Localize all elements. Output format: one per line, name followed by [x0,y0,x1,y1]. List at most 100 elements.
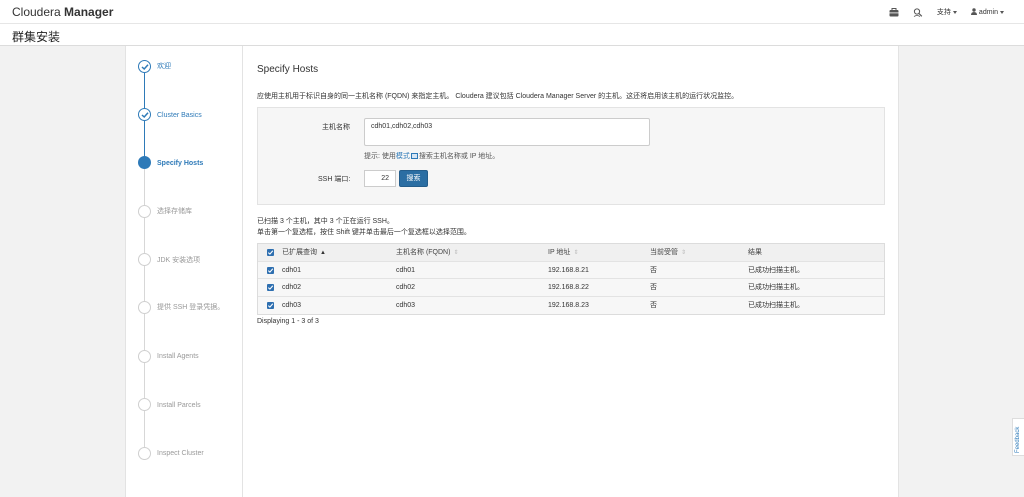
step-label-install-parcels: Install Parcels [157,402,201,409]
pattern-link[interactable]: 模式 [396,153,410,160]
hint-prefix: 提示: 使用 [364,153,396,160]
table-row[interactable]: cdh02 cdh02 192.168.8.22 否 已成功扫描主机。 [258,279,884,297]
cell-ip: 192.168.8.23 [548,301,589,309]
user-icon [970,8,977,15]
search-button[interactable]: 搜索 [399,170,428,187]
step-connector [144,314,145,350]
step-connector [144,411,145,447]
support-label: 支持 [936,9,951,16]
step-done-circle [138,60,151,73]
col-label: 当前受管 [650,249,678,256]
hint-suffix: 搜索主机名称或 IP 地址。 [418,153,500,160]
brand-light: Cloudera [12,5,65,19]
cell-expanded: cdh01 [282,266,302,274]
section-title: Specify Hosts [257,64,319,75]
cell-managed: 否 [650,301,657,309]
page-title: 群集安装 [12,30,61,44]
step-label-cluster-basics[interactable]: Cluster Basics [157,110,237,121]
support-menu[interactable]: 支持 [937,7,957,17]
cell-managed: 否 [650,266,657,274]
briefcase-icon[interactable] [889,7,899,17]
step-done-circle [138,108,151,121]
step-todo-circle [138,301,151,314]
step-todo-circle [138,447,151,460]
table-row[interactable]: cdh03 cdh03 192.168.8.23 否 已成功扫描主机。 [258,296,884,314]
host-name-label: 主机名称 [322,124,350,131]
cell-fqdn: cdh03 [396,301,416,309]
step-label-ssh: 提供 SSH 登录凭据。 [157,304,225,311]
feedback-label: Feedback [1015,426,1021,453]
step-label-specify-hosts: Specify Hosts [157,160,204,167]
col-ip[interactable]: IP 地址 ⇕ [548,244,578,262]
ssh-port-input[interactable] [364,170,396,187]
scan-instructions: 单击第一个复选框，按住 Shift 键并单击最后一个复选框以选择范围。 [257,229,471,236]
check-icon [141,64,149,71]
step-label-repository: 选择存储库 [157,208,192,215]
sort-asc-icon: ▲ [320,250,326,256]
search-hint: 提示: 使用模式 搜索主机名称或 IP 地址。 [364,151,499,161]
brand-logo[interactable]: Cloudera Manager [12,5,113,19]
sort-icon: ⇕ [453,250,459,256]
row-checkbox[interactable] [267,301,274,309]
ssh-port-label: SSH 端口: [318,176,351,183]
host-names-input[interactable]: cdh01,cdh02,cdh03 [364,118,650,146]
step-connector [144,73,145,109]
scan-summary: 已扫描 3 个主机，其中 3 个正在运行 SSH。 [257,218,394,225]
cell-fqdn: cdh01 [396,266,416,274]
cell-result: 已成功扫描主机。 [748,266,804,274]
step-todo-circle [138,398,151,411]
cell-result: 已成功扫描主机。 [748,301,804,309]
step-connector [144,169,145,205]
step-connector [144,121,145,157]
cell-ip: 192.168.8.22 [548,284,589,291]
step-todo-circle [138,205,151,218]
col-label: 主机名称 (FQDN) [396,249,451,256]
step-connector [144,218,145,253]
sort-icon: ⇕ [573,250,579,256]
step-label-inspect-cluster: Inspect Cluster [157,450,204,457]
title-bar: 群集安装 [0,25,1024,46]
col-managed[interactable]: 当前受管 ⇕ [650,244,686,262]
top-right-menu: 支持 admin [889,7,1004,17]
check-icon [267,250,274,255]
chevron-down-icon [1000,10,1004,14]
search-users-icon[interactable] [913,7,923,17]
table-header-row: 已扩展查询 ▲ 主机名称 (FQDN) ⇕ IP 地址 ⇕ 当前受管 ⇕ 结果 [258,244,884,262]
step-todo-circle [138,350,151,363]
user-label: admin [978,9,998,16]
col-label: 已扩展查询 [282,249,317,256]
check-icon [141,112,149,119]
hosts-table: 已扩展查询 ▲ 主机名称 (FQDN) ⇕ IP 地址 ⇕ 当前受管 ⇕ 结果 cdh0… [257,243,885,315]
col-result: 结果 [748,249,762,256]
check-icon [267,267,274,273]
cell-ip: 192.168.8.21 [548,266,589,274]
section-description: 应使用主机用于标识自身的同一主机名称 (FQDN) 来指定主机。 Clouder… [257,93,739,100]
table-row[interactable]: cdh01 cdh01 192.168.8.21 否 已成功扫描主机。 [258,261,884,279]
check-icon [267,285,274,290]
step-label-jdk: JDK 安装选项 [157,257,201,264]
cell-result: 已成功扫描主机。 [748,284,804,291]
row-checkbox[interactable] [267,284,274,291]
step-connector [144,266,145,302]
col-fqdn[interactable]: 主机名称 (FQDN) ⇕ [396,244,458,262]
window-icon [410,153,418,159]
select-all-checkbox[interactable] [267,249,274,256]
step-connector [144,363,145,398]
col-label: IP 地址 [548,249,571,256]
step-label-install-agents: Install Agents [157,353,199,360]
feedback-tab[interactable]: Feedback [1012,418,1024,456]
sort-icon: ⇕ [681,250,687,256]
top-navbar: Cloudera Manager 支持 admin [0,0,1024,24]
step-label-welcome[interactable]: 欢迎 [157,61,237,72]
step-current-circle [138,156,151,169]
user-menu[interactable]: admin [970,8,1004,16]
cell-expanded: cdh02 [282,284,302,291]
cell-fqdn: cdh02 [396,284,416,291]
step-todo-circle [138,253,151,266]
row-checkbox[interactable] [267,266,274,274]
brand-bold: Manager [64,5,114,19]
col-expanded-query[interactable]: 已扩展查询 ▲ [282,244,326,262]
pagination-summary: Displaying 1 - 3 of 3 [257,318,319,325]
cell-managed: 否 [650,284,657,291]
cell-expanded: cdh03 [282,301,302,309]
